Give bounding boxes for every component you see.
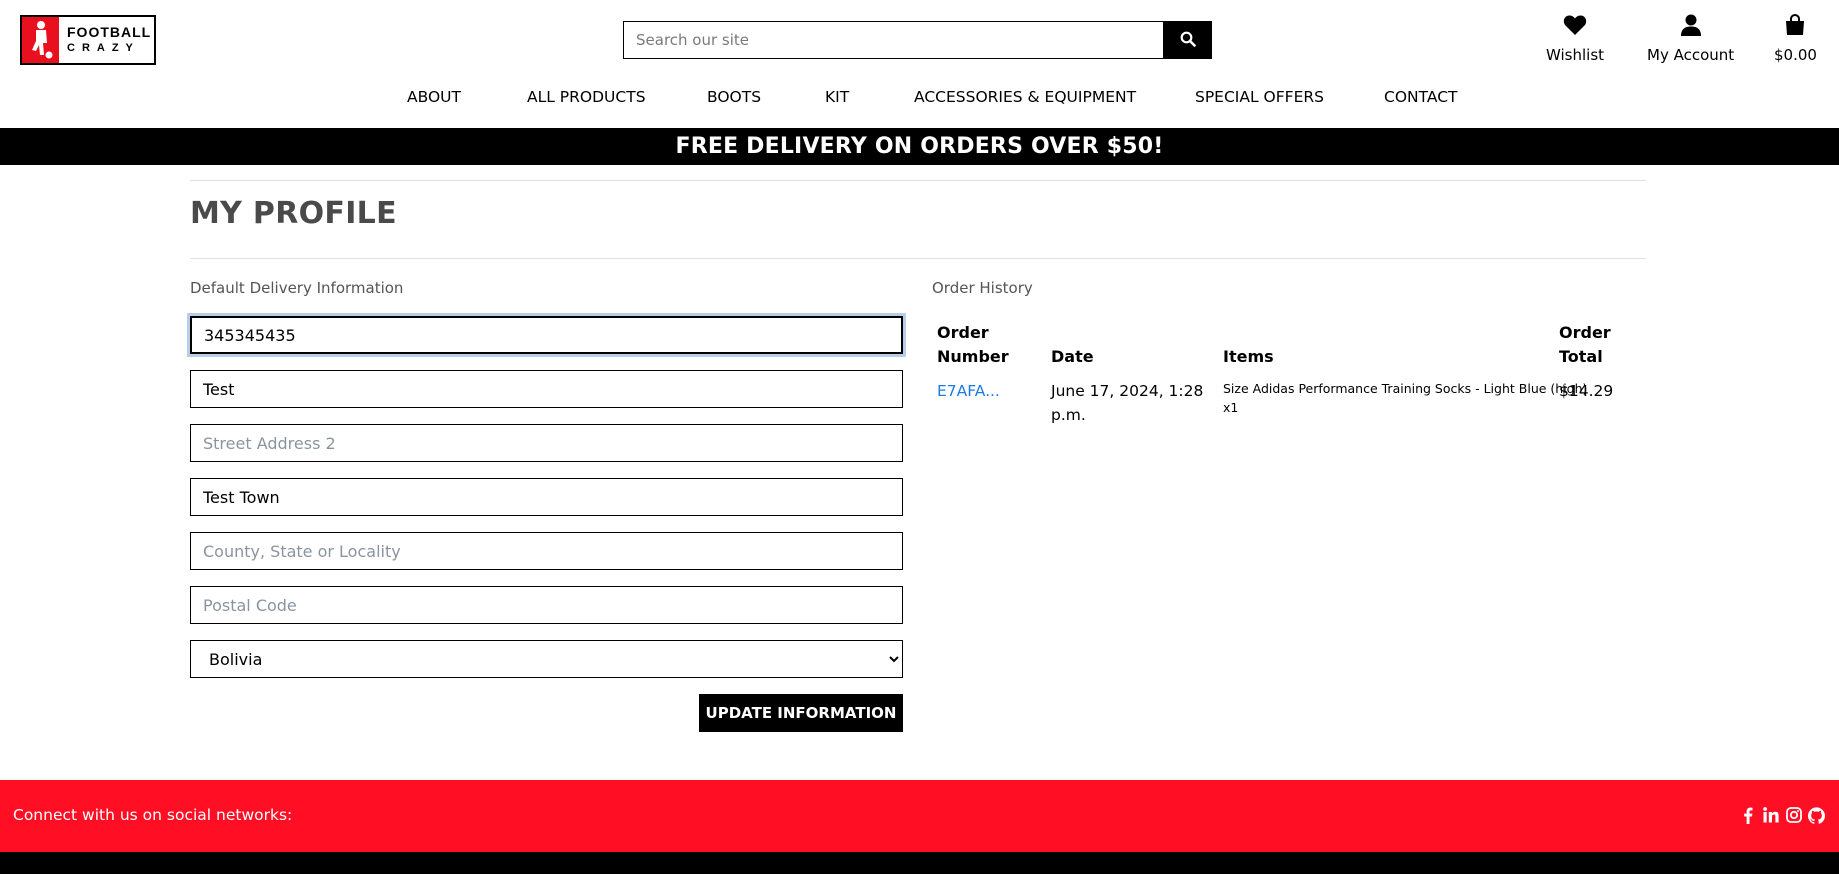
country-select[interactable]: Bolivia <box>190 640 903 678</box>
delivery-banner-text: FREE DELIVERY ON ORDERS OVER $50! <box>675 134 1164 159</box>
nav-all-products[interactable]: ALL PRODUCTS <box>527 88 646 106</box>
col-order-total-header: Order Total <box>1559 321 1611 369</box>
main-nav: ABOUT ALL PRODUCTS BOOTS KIT ACCESSORIES… <box>0 88 1839 112</box>
connect-social-text: Connect with us on social networks: <box>13 806 293 824</box>
col-date-header: Date <box>1051 347 1094 366</box>
social-links <box>1739 806 1825 824</box>
street-address-2-field[interactable] <box>190 424 903 462</box>
footballer-icon <box>22 17 59 63</box>
postal-code-field[interactable] <box>190 586 903 624</box>
col-order-number-line1: Order <box>937 323 989 342</box>
shopping-bag-icon <box>1785 13 1805 40</box>
search-button[interactable] <box>1163 21 1212 59</box>
page-title: MY PROFILE <box>190 196 397 231</box>
col-items-header: Items <box>1223 347 1274 366</box>
wishlist-link[interactable]: Wishlist <box>1546 14 1604 64</box>
facebook-icon[interactable] <box>1739 806 1756 824</box>
social-footer: Connect with us on social networks: <box>0 780 1839 852</box>
order-date-line2: p.m. <box>1051 406 1086 424</box>
my-account-label: My Account <box>1647 46 1735 64</box>
footer-bottom-bar <box>0 852 1839 874</box>
divider-title <box>190 258 1646 259</box>
site-logo[interactable]: FOOTBALL CRAZY <box>20 15 156 65</box>
order-items-line2: x1 <box>1223 400 1239 415</box>
nav-accessories-equipment[interactable]: ACCESSORIES & EQUIPMENT <box>914 88 1136 106</box>
search-icon <box>1180 31 1196 50</box>
nav-special-offers[interactable]: SPECIAL OFFERS <box>1195 88 1324 106</box>
delivery-banner: FREE DELIVERY ON ORDERS OVER $50! <box>0 128 1839 165</box>
wishlist-label: Wishlist <box>1546 46 1605 64</box>
order-history-label: Order History <box>932 279 1033 297</box>
user-icon <box>1680 14 1702 40</box>
cart-total: $0.00 <box>1774 46 1817 64</box>
order-items-line1: Size Adidas Performance Training Socks -… <box>1223 381 1588 396</box>
town-city-field[interactable] <box>190 478 903 516</box>
search-input[interactable] <box>623 21 1163 59</box>
logo-line-1: FOOTBALL <box>67 24 152 40</box>
cart-link[interactable]: $0.00 <box>1774 13 1817 64</box>
nav-boots[interactable]: BOOTS <box>707 88 761 106</box>
my-account-link[interactable]: My Account <box>1647 14 1734 64</box>
col-order-number-line2: Number <box>937 347 1009 366</box>
divider-top <box>190 180 1646 181</box>
order-date-line1: June 17, 2024, 1:28 <box>1051 382 1204 400</box>
order-total: $14.29 <box>1559 382 1614 400</box>
col-order-number-header: Order Number <box>937 321 1009 369</box>
update-information-button[interactable]: UPDATE INFORMATION <box>699 694 903 732</box>
nav-about[interactable]: ABOUT <box>407 88 461 106</box>
street-address-1-field[interactable] <box>190 370 903 408</box>
order-number-link[interactable]: E7AFA... <box>937 379 1000 403</box>
heart-icon <box>1563 14 1587 40</box>
order-date: June 17, 2024, 1:28 p.m. <box>1051 379 1203 427</box>
logo-line-2: CRAZY <box>67 42 140 54</box>
delivery-info-label: Default Delivery Information <box>190 279 404 297</box>
order-items: Size Adidas Performance Training Socks -… <box>1223 379 1587 417</box>
linkedin-icon[interactable] <box>1762 806 1779 824</box>
site-header: FOOTBALL CRAZY Wishlist My Account $0.00… <box>0 0 1839 128</box>
nav-contact[interactable]: CONTACT <box>1384 88 1458 106</box>
col-order-total-line1: Order <box>1559 323 1611 342</box>
instagram-icon[interactable] <box>1785 806 1802 824</box>
github-icon[interactable] <box>1808 806 1825 824</box>
col-order-total-line2: Total <box>1559 347 1603 366</box>
county-field[interactable] <box>190 532 903 570</box>
nav-kit[interactable]: KIT <box>825 88 849 106</box>
search-bar <box>623 21 1212 59</box>
phone-number-field[interactable] <box>190 316 903 354</box>
